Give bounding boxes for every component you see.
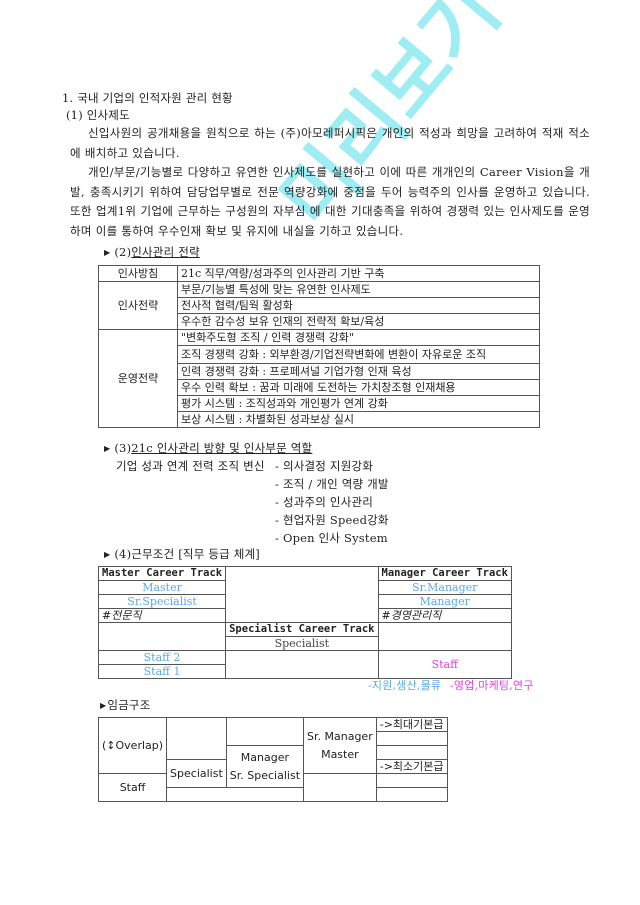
- table-row: 인사방침 21c 직무/역량/성과주의 인사관리 기반 구축: [98, 265, 540, 282]
- empty-cell: [303, 773, 377, 802]
- table-row: Specialist Career Track: [97, 622, 512, 651]
- direction-item: - Open 인사 System: [275, 531, 388, 545]
- direction-item: - 성과주의 인사관리: [275, 495, 374, 509]
- strategy-title: 인사관리 전략: [131, 245, 200, 259]
- subsection-title: (1) 인사제도: [66, 108, 130, 122]
- specialist-cell: Specialist: [166, 759, 227, 788]
- table-row: Master Career Track Manager Career Track: [97, 566, 512, 623]
- direction-item: - 의사결정 지원강화: [275, 459, 374, 473]
- specialist-track-header: Specialist Career Track: [225, 622, 379, 637]
- section-title: 1. 국내 기업의 인적자원 관리 현황: [62, 91, 233, 105]
- strategy-prefix: (2): [114, 245, 132, 259]
- staff2-cell: Staff 2: [97, 650, 227, 665]
- master-track-header: Master Career Track: [97, 566, 227, 581]
- specialist-cell: Specialist: [225, 636, 379, 651]
- empty-cell: [375, 731, 448, 746]
- strategy-heading: ▶ (2)인사관리 전략: [104, 244, 200, 261]
- max-pay-cell: ->최대기본급: [375, 717, 448, 732]
- manager-sr-specialist-cell: Manager Sr. Specialist: [225, 745, 305, 788]
- empty-cell: [377, 622, 512, 651]
- empty-cell: [166, 787, 305, 802]
- career-track-table: Master Career Track Manager Career Track…: [97, 566, 512, 679]
- sr-manager-master-cell: Sr. Manager Master: [303, 717, 377, 774]
- item-cell: "변화주도형 조직 / 인력 경쟁력 강화": [177, 329, 540, 346]
- salary-table: (↕Overlap) Sr. Manager Master ->최대기본급 Man…: [97, 717, 448, 802]
- overlap-cell: (↕Overlap): [97, 717, 168, 774]
- category-cell: 인사전략: [98, 281, 178, 330]
- empty-cell: [375, 773, 448, 788]
- bullet-arrow-icon: ▶: [104, 444, 111, 453]
- master-label: Master: [321, 747, 359, 761]
- note-support: -지원,생산,물류: [368, 679, 442, 692]
- manager-cell: Manager: [377, 594, 512, 609]
- table-row: 운영전략 "변화주도형 조직 / 인력 경쟁력 강화": [98, 329, 540, 428]
- empty-cell: [375, 787, 448, 802]
- staff1-cell: Staff 1: [97, 664, 227, 679]
- management-cell: #경영관리직: [377, 608, 512, 623]
- table-row: (↕Overlap) Sr. Manager Master ->최대기본급: [97, 717, 448, 774]
- bullet-arrow-icon: ▶: [104, 550, 111, 559]
- empty-cell: [225, 717, 305, 746]
- item-cell: 보상 시스템 : 차별화된 성과보상 실시: [177, 411, 540, 428]
- min-pay-cell: ->최소기본급: [375, 759, 448, 774]
- professional-cell: #전문직: [97, 608, 227, 623]
- paragraph-2-text: 개인/부문/기능별로 다양하고 유연한 인사제도를 실현하고 이에 따른 개개인…: [70, 165, 590, 238]
- direction-title: 21c 인사관리 방향 및 인사부문 역할: [131, 441, 313, 455]
- paragraph-1-text: 신입사원의 공개채용을 원칙으로 하는 (주)아모레퍼시픽은 개인의 적성과 희…: [70, 126, 590, 160]
- sr-manager-cell: Sr.Manager: [377, 580, 512, 595]
- manager-label: Manager: [240, 750, 289, 764]
- empty-cell: [375, 745, 448, 760]
- sr-specialist-cell: Sr.Specialist: [97, 594, 227, 609]
- direction-item: - 조직 / 개인 역량 개발: [275, 477, 389, 491]
- category-cell: 인사방침: [98, 265, 178, 282]
- sr-specialist-label: Sr. Specialist: [229, 768, 301, 782]
- conditions-title: (4)근무조건 [직무 등급 체계]: [114, 547, 260, 561]
- strategy-table: 인사방침 21c 직무/역량/성과주의 인사관리 기반 구축 인사전략 부문/기…: [98, 265, 540, 428]
- item-cell: 평가 시스템 : 조직성과와 개인평가 연계 강화: [177, 395, 540, 412]
- item-cell: 인력 경쟁력 강화 : 프로페셔널 기업가형 인재 육성: [177, 363, 540, 380]
- item-cell: 21c 직무/역량/성과주의 인사관리 기반 구축: [177, 265, 540, 282]
- salary-heading: ▶임금구조: [100, 697, 150, 714]
- direction-item: - 현업자원 Speed강화: [275, 513, 389, 527]
- bullet-arrow-icon: ▶: [100, 701, 107, 710]
- paragraph-1: 신입사원의 공개채용을 원칙으로 하는 (주)아모레퍼시픽은 개인의 적성과 희…: [70, 124, 590, 241]
- table-row: 인사전략 부문/기능별 특성에 맞는 유연한 인사제도: [98, 281, 540, 330]
- sr-manager-label: Sr. Manager: [307, 729, 373, 743]
- bullet-arrow-icon: ▶: [104, 248, 111, 257]
- salary-title: 임금구조: [107, 698, 151, 712]
- staff-cell: Staff: [97, 773, 168, 802]
- note-sales: -영업,마케팅,연구: [450, 679, 534, 692]
- item-cell: 우수한 감수성 보유 인재의 전략적 확보/육성: [177, 313, 540, 330]
- staff-cell: Staff: [377, 650, 512, 679]
- item-cell: 우수 인력 확보 : 꿈과 미래에 도전하는 가치창조형 인재채용: [177, 379, 540, 396]
- item-cell: 부문/기능별 특성에 맞는 유연한 인사제도: [177, 281, 540, 298]
- item-cell: 전사적 협력/팀웍 활성화: [177, 297, 540, 314]
- manager-track-header: Manager Career Track: [377, 566, 512, 581]
- empty-cell: [166, 717, 227, 760]
- category-cell: 운영전략: [98, 329, 178, 428]
- direction-prefix: (3): [114, 441, 132, 455]
- empty-cell: [97, 622, 227, 651]
- table-row: Staff 2 Staff: [97, 650, 512, 679]
- empty-cell: [225, 566, 379, 623]
- direction-heading: ▶ (3)21c 인사관리 방향 및 인사부문 역할: [104, 440, 312, 457]
- conditions-heading: ▶ (4)근무조건 [직무 등급 체계]: [104, 546, 260, 563]
- document-page: 미리보기 1. 국내 기업의 인적자원 관리 현황 (1) 인사제도 신입사원의…: [0, 0, 640, 905]
- item-cell: 조직 경쟁력 강화 : 외부환경/기업전략변화에 변환이 자유로운 조직: [177, 345, 540, 364]
- master-cell: Master: [97, 580, 227, 595]
- direction-lead: 기업 성과 연계 전력 조직 변신: [116, 459, 265, 473]
- empty-cell: [225, 650, 379, 679]
